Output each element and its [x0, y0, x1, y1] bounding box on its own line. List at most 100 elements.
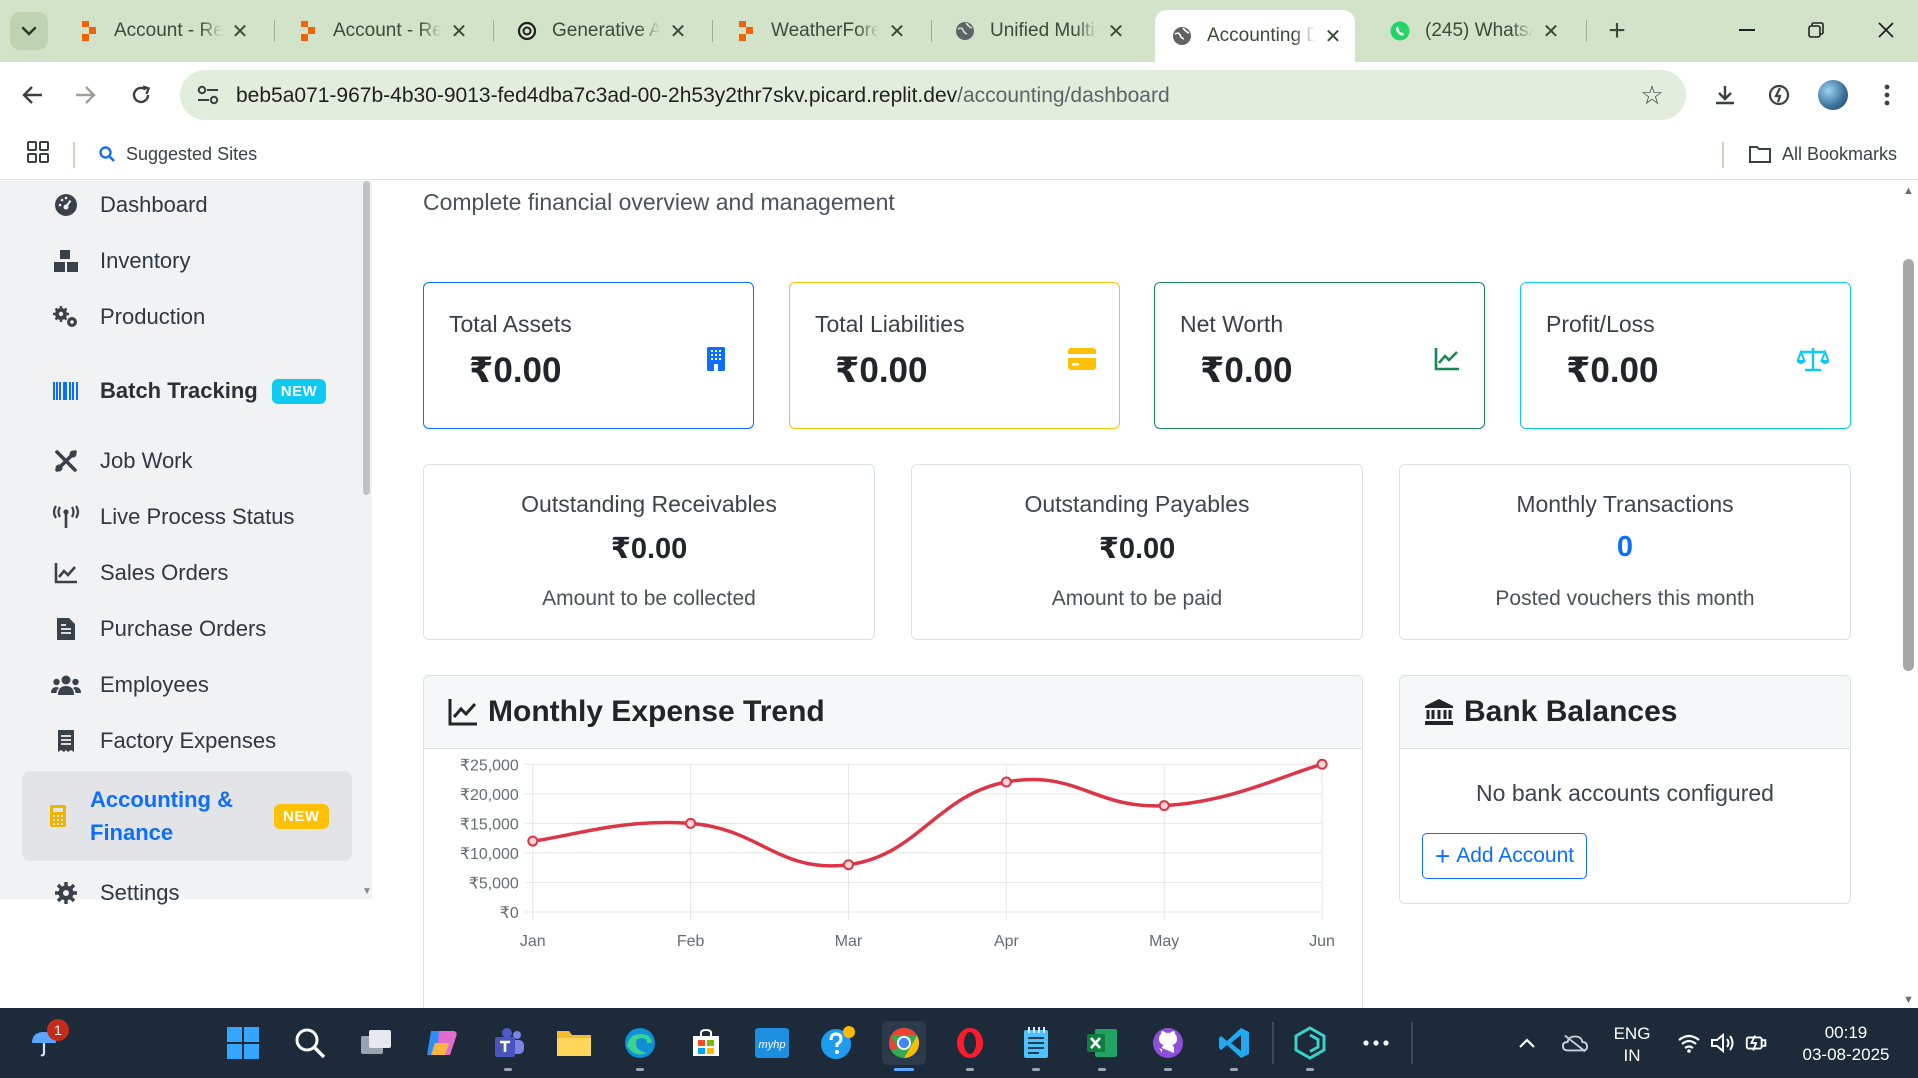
minimize-button[interactable]: [1722, 10, 1772, 50]
panel-header: Monthly Expense Trend: [424, 676, 1362, 749]
cogs-icon: [48, 303, 84, 331]
page-scroll-thumb[interactable]: [1903, 259, 1914, 671]
all-bookmarks-button[interactable]: All Bookmarks: [1748, 140, 1897, 168]
taskbar-help[interactable]: [816, 1021, 860, 1065]
taskbar-excel[interactable]: [1080, 1021, 1124, 1071]
performance-icon[interactable]: [1760, 76, 1798, 114]
onedrive-cloud-icon[interactable]: [1562, 1030, 1588, 1056]
url-path: /accounting/dashboard: [957, 84, 1170, 107]
restore-button[interactable]: [1791, 10, 1841, 50]
bookmark-suggested-sites[interactable]: Suggested Sites: [98, 140, 257, 168]
clock-time: 00:19: [1824, 1023, 1868, 1042]
reload-button[interactable]: [120, 74, 162, 116]
page-scrollbar[interactable]: ▲ ▼: [1900, 181, 1918, 1008]
new-tab-button[interactable]: +: [1598, 12, 1636, 50]
arrow-left-icon: [22, 86, 42, 104]
battery-charging-icon[interactable]: [1744, 1030, 1770, 1056]
browser-tab[interactable]: Account - Replit ✕: [62, 8, 262, 54]
more-menu-icon[interactable]: [1868, 76, 1906, 114]
taskbar-chrome[interactable]: [882, 1021, 926, 1071]
sidebar-scrollbar[interactable]: ▼: [362, 181, 372, 899]
browser-tab[interactable]: Account - Replit ✕: [281, 8, 481, 54]
main-content: Complete financial overview and manageme…: [380, 181, 1898, 1008]
github-icon: [1153, 1028, 1183, 1058]
sidebar-item-factory-expenses[interactable]: Factory Expenses: [22, 723, 352, 759]
sidebar-item-sales-orders[interactable]: Sales Orders: [22, 555, 352, 591]
taskbar-copilot[interactable]: [420, 1021, 464, 1065]
running-indicator: [966, 1068, 974, 1071]
taskbar-store[interactable]: [684, 1021, 728, 1065]
chart-line-icon: [448, 697, 478, 727]
wifi-icon[interactable]: [1676, 1030, 1702, 1056]
close-icon[interactable]: ✕: [228, 19, 252, 43]
tab-search-button[interactable]: [10, 12, 48, 50]
close-window-button[interactable]: [1861, 10, 1911, 50]
sidebar-scroll-thumb[interactable]: [363, 181, 370, 495]
start-button[interactable]: [221, 1021, 265, 1065]
forward-button[interactable]: [64, 74, 106, 116]
sidebar-item-settings[interactable]: Settings: [22, 875, 352, 911]
sidebar-item-label: Live Process Status: [100, 504, 295, 529]
panel-monthly-expense-trend: Monthly Expense Trend ₹25,000 ₹20,000 ₹15,…: [423, 675, 1363, 1008]
close-icon[interactable]: ✕: [447, 19, 471, 43]
taskbar-file-explorer[interactable]: [552, 1021, 596, 1065]
add-account-button[interactable]: + Add Account: [1422, 833, 1588, 879]
sidebar-item-production[interactable]: Production: [22, 299, 352, 335]
sidebar-item-purchase-orders[interactable]: Purchase Orders: [22, 611, 352, 647]
more-icon: [1363, 1040, 1389, 1046]
taskbar-opera[interactable]: [948, 1021, 992, 1071]
taskbar-app-pinned[interactable]: [1288, 1021, 1332, 1071]
site-info-icon[interactable]: [194, 81, 222, 109]
taskbar-vscode[interactable]: [1212, 1021, 1256, 1071]
scroll-up-arrow-icon[interactable]: ▲: [1903, 185, 1914, 197]
sidebar-item-batch-tracking[interactable]: Batch Tracking NEW: [22, 369, 352, 413]
browser-tab[interactable]: (245) WhatsApp ✕: [1373, 8, 1573, 54]
expense-line-chart: ₹25,000 ₹20,000 ₹15,000 ₹10,000 ₹5,000 ₹0Jan F…: [460, 757, 1335, 950]
close-icon[interactable]: ✕: [666, 19, 690, 43]
browser-tab[interactable]: WeatherForecast ✕: [719, 8, 919, 54]
sidebar-item-job-work[interactable]: Job Work: [22, 443, 352, 479]
browser-tab[interactable]: Generative AI ✕: [500, 8, 700, 54]
empty-state-text: No bank accounts configured: [1476, 780, 1774, 806]
sidebar-item-accounting-finance[interactable]: Accounting & Finance NEW: [22, 771, 352, 861]
address-bar[interactable]: beb5a071-967b-4b30-9013-fed4dba7c3ad-00-…: [180, 70, 1686, 120]
taskbar-myhp[interactable]: myhp: [750, 1021, 794, 1065]
taskbar-notepad[interactable]: [1014, 1021, 1058, 1071]
plus-icon: +: [1435, 841, 1451, 871]
language-indicator[interactable]: ENG IN: [1600, 1023, 1664, 1067]
profile-avatar[interactable]: [1814, 76, 1852, 114]
show-hidden-icons-chevron-icon[interactable]: [1514, 1030, 1540, 1056]
close-icon[interactable]: ✕: [885, 19, 909, 43]
taskbar-search-button[interactable]: [288, 1021, 332, 1065]
close-icon[interactable]: ✕: [1321, 24, 1345, 48]
taskbar-edge[interactable]: [618, 1021, 662, 1071]
browser-tab[interactable]: Unified Multi- ✕: [938, 8, 1138, 54]
url-text[interactable]: beb5a071-967b-4b30-9013-fed4dba7c3ad-00-…: [236, 84, 1170, 108]
scroll-down-arrow-icon[interactable]: ▼: [1903, 994, 1914, 1006]
taskbar-teams[interactable]: [486, 1021, 530, 1071]
scroll-down-arrow-icon[interactable]: ▼: [362, 886, 372, 897]
chart-line-icon: [1430, 343, 1464, 375]
taskbar-github-desktop[interactable]: [1146, 1021, 1190, 1071]
sidebar-item-inventory[interactable]: Inventory: [22, 243, 352, 279]
sidebar-item-live-process-status[interactable]: Live Process Status: [22, 499, 352, 535]
task-view-button[interactable]: [354, 1021, 398, 1065]
browser-tab-active[interactable]: Accounting Dashboard ✕: [1155, 10, 1355, 62]
taskbar-more-apps[interactable]: [1354, 1021, 1398, 1065]
dashboard-gauge-icon: [48, 191, 84, 219]
apps-grid-icon[interactable]: [26, 140, 52, 166]
volume-icon[interactable]: [1710, 1030, 1736, 1056]
close-icon[interactable]: ✕: [1539, 19, 1563, 43]
chart-x-tick-label: Feb: [677, 933, 705, 950]
sidebar-item-employees[interactable]: Employees: [22, 667, 352, 703]
teams-icon: [495, 1028, 524, 1057]
stat-card-total-liabilities: Total Liabilities ₹0.00: [789, 282, 1120, 429]
close-icon[interactable]: ✕: [1104, 19, 1128, 43]
clock[interactable]: 00:19 03-08-2025: [1786, 1022, 1906, 1066]
sidebar-item-dashboard[interactable]: Dashboard: [22, 187, 352, 223]
bookmark-star-icon[interactable]: ☆: [1638, 80, 1666, 110]
download-icon[interactable]: [1706, 76, 1744, 114]
arrow-right-icon: [76, 86, 96, 104]
back-button[interactable]: [12, 74, 54, 116]
card-caption: Amount to be paid: [1051, 587, 1223, 610]
